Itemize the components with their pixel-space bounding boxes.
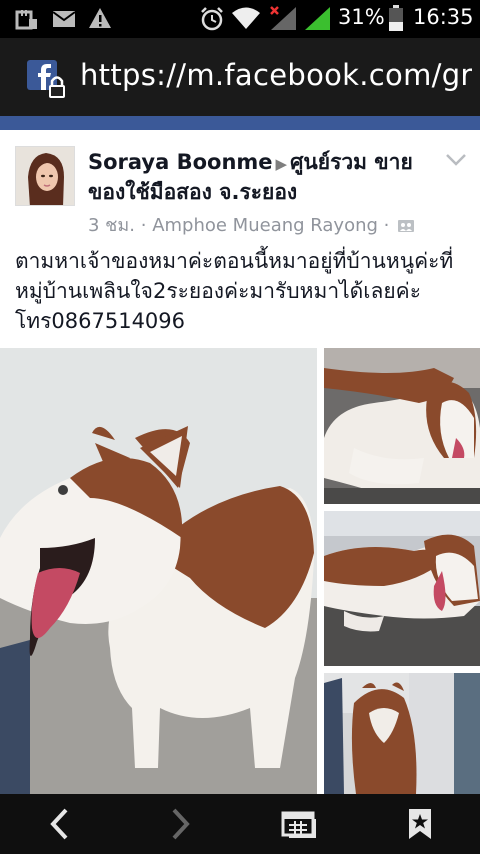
post-meta: 3 ชม. · Amphoe Mueang Rayong · <box>88 210 415 239</box>
signal-icon <box>270 6 296 30</box>
clock: 16:35 <box>413 5 474 29</box>
husky-back-photo[interactable] <box>324 673 480 794</box>
back-button[interactable] <box>20 794 100 854</box>
facebook-lock-icon <box>27 60 65 98</box>
post-card: Soraya Boonme ▶ ศูนย์รวม ขายของใช้มือสอง จ… <box>0 130 480 794</box>
post-message: ตามหาเจ้าของหมาค่ะตอนนี้หมาอยู่ที่บ้านหน… <box>15 249 454 333</box>
meta-separator: · <box>140 215 147 236</box>
alarm-icon <box>201 7 223 31</box>
husky-lying-image-1 <box>324 348 480 504</box>
back-icon <box>50 808 68 840</box>
signal-icon <box>305 7 330 30</box>
husky-lying-photo-1[interactable] <box>324 348 480 504</box>
facebook-header-strip <box>0 116 480 130</box>
browser-bottom-nav <box>0 794 480 854</box>
husky-lying-image-2 <box>324 511 480 666</box>
bookmark-icon <box>409 809 431 839</box>
wifi-icon <box>232 7 260 29</box>
usb-debug-icon <box>15 10 37 30</box>
post-time[interactable]: 3 ชม. <box>88 215 135 236</box>
husky-standing-photo[interactable] <box>0 348 317 794</box>
tabs-button[interactable] <box>260 794 340 854</box>
author-name-link[interactable]: Soraya Boonme <box>88 150 273 174</box>
chevron-down-icon[interactable] <box>444 152 468 168</box>
mail-icon <box>52 11 76 27</box>
arrow-right-icon: ▶ <box>275 155 288 173</box>
group-audience-icon <box>398 220 415 232</box>
battery-icon <box>389 5 403 31</box>
post-header: Soraya Boonme ▶ ศูนย์รวม ขายของใช้มือสอง จ… <box>0 130 480 240</box>
forward-button[interactable] <box>140 794 220 854</box>
url-text[interactable]: https://m.facebook.com/grc <box>80 58 472 92</box>
avatar[interactable] <box>15 146 75 206</box>
status-bar: 31% 16:35 <box>0 0 480 38</box>
meta-separator: · <box>383 215 390 236</box>
avatar-photo <box>16 147 74 205</box>
forward-icon <box>172 808 190 840</box>
bookmark-button[interactable] <box>380 794 460 854</box>
husky-lying-photo-2[interactable] <box>324 511 480 666</box>
warning-icon <box>89 8 111 28</box>
husky-standing-image <box>0 348 317 794</box>
husky-back-image <box>324 673 480 794</box>
post-header-title: Soraya Boonme ▶ ศูนย์รวม ขายของใช้มือสอง จ… <box>88 148 438 206</box>
browser-url-bar[interactable]: https://m.facebook.com/grc <box>0 38 480 116</box>
tabs-icon <box>281 811 316 838</box>
battery-percentage: 31% <box>338 5 385 29</box>
post-location[interactable]: Amphoe Mueang Rayong <box>152 215 378 236</box>
